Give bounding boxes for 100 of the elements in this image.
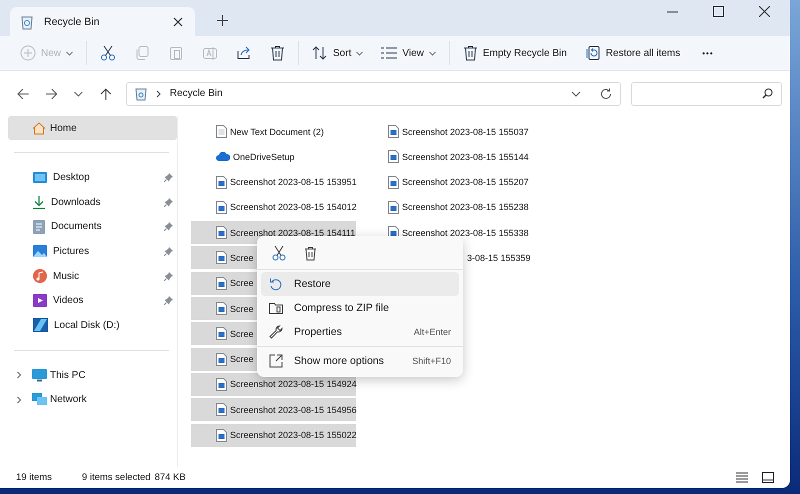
pin-icon[interactable]: [164, 272, 173, 281]
item-count: 19 items: [16, 472, 52, 483]
file-item[interactable]: Screenshot 2023-08-15 155022: [191, 424, 356, 447]
chevron-right-icon: [156, 90, 161, 98]
image-file-icon: [388, 125, 399, 138]
image-file-icon: [216, 403, 227, 416]
cloud-icon: [216, 152, 230, 162]
chevron-down-icon[interactable]: [570, 90, 581, 96]
trash-icon: [270, 45, 286, 61]
menu-item[interactable]: Compress to ZIP file: [261, 296, 459, 320]
sidebar-item[interactable]: Pictures: [8, 239, 177, 264]
image-file-icon: [216, 176, 227, 189]
chevron-right-icon[interactable]: [16, 371, 22, 380]
forward-arrow-icon[interactable]: [46, 88, 58, 100]
sidebar-item[interactable]: Network: [8, 388, 177, 412]
cut-icon[interactable]: [272, 245, 286, 261]
new-tab-plus-icon[interactable]: [217, 15, 228, 26]
rename-icon: [202, 45, 218, 61]
more-button[interactable]: •••: [694, 39, 722, 67]
monitor-icon: [32, 368, 47, 382]
toolbar-button[interactable]: View: [373, 39, 444, 67]
search-icon: [762, 88, 773, 99]
menu-item[interactable]: Restore: [261, 272, 459, 296]
cut-icon: [100, 45, 116, 61]
pin-icon[interactable]: [164, 246, 173, 256]
sidebar-item[interactable]: This PC: [8, 362, 177, 388]
shortcut-text: Alt+Enter: [414, 327, 451, 337]
back-arrow-icon[interactable]: [17, 88, 29, 100]
picture-icon: [33, 245, 47, 258]
file-item[interactable]: Screenshot 2023-08-15 154956: [191, 398, 356, 422]
recycle-bin-icon: [134, 86, 147, 100]
maximize-icon[interactable]: [713, 6, 724, 17]
download-arrow-icon: [33, 196, 45, 209]
network-icon: [32, 393, 47, 406]
file-item[interactable]: OneDriveSetup: [191, 145, 356, 168]
tab-title: Recycle Bin: [44, 16, 100, 28]
house-icon: [32, 122, 46, 134]
file-item[interactable]: Screenshot 2023-08-15 155037: [363, 120, 528, 143]
paste-icon: [168, 45, 184, 61]
image-file-icon: [216, 428, 227, 442]
tiles-view-icon[interactable]: [762, 472, 774, 483]
text-file-icon: [216, 125, 227, 138]
menu-item[interactable]: Show more options Shift+F10: [261, 349, 459, 373]
document-icon: [33, 220, 45, 234]
restore-icon: [584, 45, 601, 61]
pin-icon[interactable]: [164, 198, 173, 207]
pin-icon[interactable]: [164, 172, 173, 182]
address-bar[interactable]: Recycle Bin: [126, 82, 621, 106]
sidebar-item[interactable]: Local Disk (D:): [8, 313, 177, 338]
image-file-icon: [388, 176, 399, 189]
image-file-icon: [216, 251, 227, 264]
image-file-icon: [388, 200, 399, 214]
sidebar-item[interactable]: Desktop: [8, 165, 177, 190]
plus-circle-icon: [20, 45, 36, 61]
refresh-icon[interactable]: [600, 88, 612, 100]
undo-arrow-icon: [269, 277, 283, 291]
trash-icon: [462, 45, 478, 61]
chevron-right-icon[interactable]: [16, 396, 22, 404]
search-field[interactable]: [630, 82, 782, 106]
sidebar-item[interactable]: Home: [8, 116, 177, 140]
selection-count: 9 items selected: [82, 472, 151, 483]
tab[interactable]: Recycle Bin: [10, 7, 195, 36]
close-icon[interactable]: [759, 6, 770, 17]
pin-icon[interactable]: [164, 222, 173, 232]
shortcut-text: Shift+F10: [412, 356, 451, 366]
image-file-icon: [216, 200, 227, 214]
file-item[interactable]: Screenshot 2023-08-15 153951: [191, 170, 356, 194]
toolbar-button[interactable]: Sort: [304, 39, 372, 67]
copy-icon: [134, 45, 150, 61]
image-file-icon: [216, 302, 227, 316]
zip-folder-icon: [269, 302, 283, 314]
expand-window-icon: [269, 354, 283, 368]
desktop-folder-icon: [33, 172, 47, 183]
menu-item[interactable]: Properties Alt+Enter: [261, 320, 459, 344]
image-file-icon: [216, 378, 227, 391]
file-item[interactable]: New Text Document (2): [191, 120, 356, 143]
image-file-icon: [216, 276, 227, 290]
file-item[interactable]: Screenshot 2023-08-15 155207: [363, 170, 528, 194]
close-icon[interactable]: [173, 16, 183, 26]
up-arrow-icon[interactable]: [100, 88, 112, 100]
toolbar-button[interactable]: Restore all items: [576, 39, 688, 67]
sidebar-item[interactable]: Videos: [8, 288, 177, 314]
image-file-icon: [216, 352, 227, 366]
pin-icon[interactable]: [164, 296, 173, 306]
sidebar-item[interactable]: Downloads: [8, 190, 177, 214]
sort-icon: [312, 45, 328, 61]
toolbar-button[interactable]: Empty Recycle Bin: [454, 39, 575, 67]
image-file-icon: [388, 150, 399, 164]
trash-icon[interactable]: [304, 246, 317, 260]
music-note-icon: [33, 269, 47, 284]
file-item[interactable]: Screenshot 2023-08-15 155144: [363, 145, 528, 168]
details-view-icon[interactable]: [736, 472, 748, 483]
drive-icon: [33, 318, 48, 332]
chevron-down-icon[interactable]: [74, 90, 84, 96]
wrench-icon: [269, 325, 283, 339]
sidebar-item[interactable]: Documents: [8, 214, 177, 240]
sidebar-item[interactable]: Music: [8, 264, 177, 288]
file-item[interactable]: Screenshot 2023-08-15 154012: [191, 196, 356, 219]
file-item[interactable]: Screenshot 2023-08-15 155238: [363, 196, 528, 219]
share-icon: [236, 45, 252, 61]
